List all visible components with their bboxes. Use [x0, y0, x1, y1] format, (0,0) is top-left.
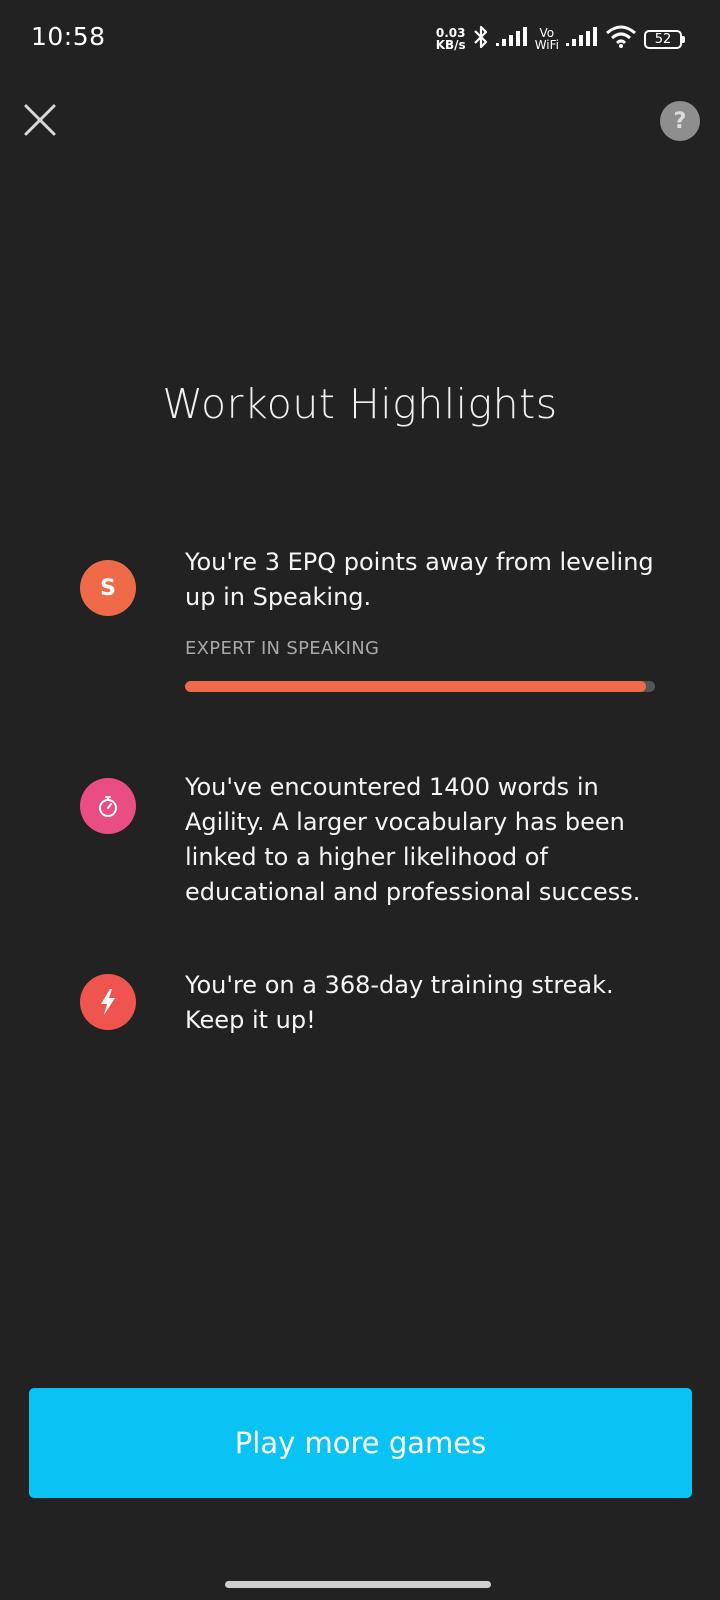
vowifi-label: Vo WiFi — [535, 27, 559, 51]
bluetooth-icon — [473, 24, 489, 54]
close-icon — [24, 104, 56, 136]
wifi-icon — [605, 25, 637, 53]
progress-bar — [185, 681, 655, 692]
play-more-games-label: Play more games — [234, 1426, 487, 1460]
help-button[interactable]: ? — [660, 101, 700, 141]
page-title: Workout Highlights — [162, 380, 558, 428]
network-speed-unit: KB/s — [435, 38, 466, 52]
speaking-s-icon: S — [80, 560, 136, 616]
signal-icon — [495, 26, 528, 52]
stopwatch-icon — [80, 778, 136, 834]
progress-bar-fill — [185, 681, 646, 692]
highlight-sublabel: EXPERT IN SPEAKING — [185, 638, 380, 659]
status-icons: 0.03 KB/s Vo WiFi 52 — [436, 22, 685, 56]
network-speed: 0.03 KB/s — [436, 27, 466, 51]
speaking-icon-label: S — [100, 575, 116, 601]
help-icon: ? — [673, 108, 687, 134]
battery-level: 52 — [654, 31, 672, 47]
status-bar: 10:58 0.03 KB/s Vo WiFi 52 — [0, 0, 720, 76]
battery-icon: 52 — [644, 29, 685, 49]
lightning-bolt-icon — [80, 974, 136, 1030]
highlight-text: You're on a 368-day training streak. Kee… — [185, 971, 614, 1034]
home-indicator[interactable] — [225, 1581, 491, 1588]
highlight-text: You're 3 EPQ points away from leveling u… — [185, 548, 654, 611]
highlight-text: You've encountered 1400 words in Agility… — [185, 773, 641, 906]
signal-icon-2 — [566, 26, 598, 52]
close-button[interactable] — [20, 100, 60, 140]
status-time: 10:58 — [31, 22, 106, 51]
vowifi-bottom: WiFi — [534, 38, 559, 52]
play-more-games-button[interactable]: Play more games — [29, 1388, 692, 1498]
